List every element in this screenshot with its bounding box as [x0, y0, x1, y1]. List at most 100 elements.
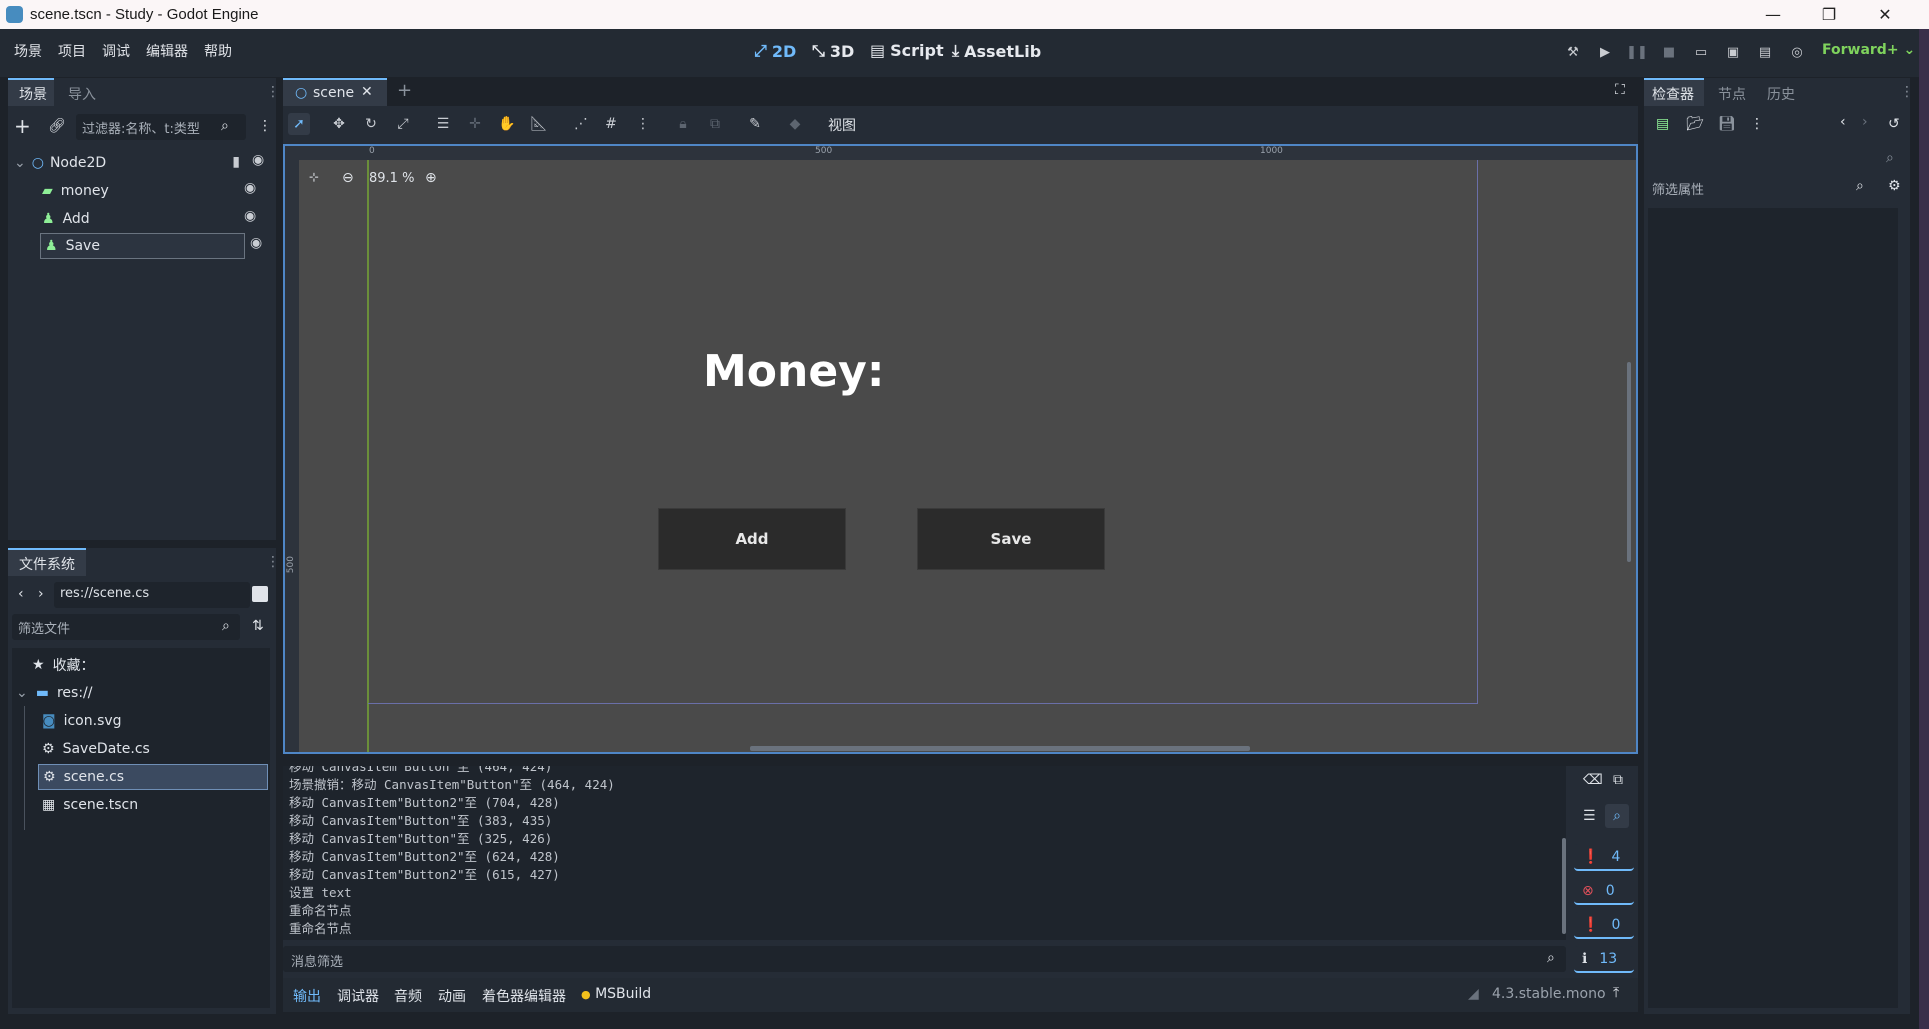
tab-output[interactable]: 输出: [293, 986, 321, 1006]
add-tab-icon[interactable]: +: [397, 80, 412, 101]
file-item-scene-cs[interactable]: ⚙ scene.cs: [38, 764, 268, 790]
save-resource-icon[interactable]: 💾︎: [1718, 116, 1736, 132]
split-mode-icon[interactable]: [252, 586, 268, 602]
close-window-button[interactable]: ✕: [1857, 0, 1913, 29]
filesystem-path-input[interactable]: res://scene.cs: [54, 582, 250, 608]
tab-animation[interactable]: 动画: [438, 986, 466, 1006]
ruler-tool-icon[interactable]: 📐︎: [528, 113, 550, 135]
bone-icon[interactable]: ✎: [744, 113, 766, 135]
grid-snap-icon[interactable]: #: [600, 113, 622, 135]
movie-maker-icon[interactable]: ◎: [1786, 41, 1808, 63]
tab-node[interactable]: 节点: [1718, 84, 1746, 104]
group-icon[interactable]: ⧉: [704, 113, 726, 135]
workspace-2d-button[interactable]: ⤢ 2D: [754, 41, 796, 61]
inspector-settings-icon[interactable]: ⚙: [1888, 178, 1901, 194]
tab-audio[interactable]: 音频: [394, 986, 422, 1006]
pan-tool-icon[interactable]: ✋: [496, 113, 518, 135]
sort-icon[interactable]: ⇅: [252, 618, 264, 634]
favorites-row[interactable]: ★ 收藏：: [32, 652, 95, 678]
tab-debugger[interactable]: 调试器: [337, 986, 379, 1006]
visibility-eye-icon[interactable]: ◉: [244, 180, 258, 196]
list-select-icon[interactable]: ☰: [432, 113, 454, 135]
minimize-button[interactable]: —: [1745, 0, 1801, 29]
tree-item-node2d[interactable]: ⌄ ○ Node2D ▮ ◉: [14, 150, 270, 176]
play-scene-icon[interactable]: ▣: [1722, 41, 1744, 63]
scene-menu-icon[interactable]: ⋮: [258, 118, 272, 134]
save-game-button[interactable]: Save: [917, 508, 1105, 570]
search-toggle-icon[interactable]: ⌕: [1605, 804, 1629, 828]
rotate-tool-icon[interactable]: ↻: [360, 113, 382, 135]
menu-help[interactable]: 帮助: [204, 41, 232, 61]
dock-menu-icon[interactable]: ⋮: [266, 84, 280, 100]
tab-scene-file[interactable]: ○ scene ✕: [283, 78, 387, 106]
tab-msbuild[interactable]: ● MSBuild: [581, 986, 651, 1002]
pivot-tool-icon[interactable]: ✛: [464, 113, 486, 135]
add-node-icon[interactable]: +: [14, 114, 31, 138]
select-tool-icon[interactable]: ➚: [288, 113, 310, 135]
money-label[interactable]: Money:: [703, 346, 884, 397]
res-root-row[interactable]: ⌄ ▬ res://: [16, 680, 92, 706]
warnings-filter-badge[interactable]: ❗ 0: [1574, 912, 1634, 939]
dock-menu-icon[interactable]: ⋮: [1900, 84, 1914, 100]
dock-menu-icon[interactable]: ⋮: [266, 554, 280, 570]
zoom-level[interactable]: 89.1 %: [369, 171, 414, 186]
property-filter-input[interactable]: 筛选属性: [1644, 174, 1910, 202]
error-count-badge[interactable]: ❗ 4: [1574, 844, 1634, 871]
play-icon[interactable]: ▶: [1594, 41, 1616, 63]
history-back-icon[interactable]: ‹: [1840, 114, 1846, 130]
forward-arrow-icon[interactable]: ›: [38, 586, 44, 602]
workspace-assetlib-button[interactable]: ⤓ AssetLib: [952, 41, 1041, 61]
vertical-scrollbar[interactable]: [1627, 362, 1631, 562]
zoom-in-icon[interactable]: ⊕: [425, 170, 437, 186]
resource-menu-icon[interactable]: ⋮: [1750, 116, 1764, 132]
tree-item-money[interactable]: ▰ money ◉: [42, 178, 270, 204]
visibility-eye-icon[interactable]: ◉: [250, 235, 262, 251]
version-label[interactable]: 4.3.stable.mono: [1492, 986, 1606, 1002]
file-item-scene-tscn[interactable]: ▦ scene.tscn: [42, 792, 138, 818]
tab-shader-editor[interactable]: 着色器编辑器: [482, 986, 566, 1006]
tab-filesystem[interactable]: 文件系统: [19, 554, 75, 574]
close-tab-icon[interactable]: ✕: [361, 84, 373, 100]
open-docs-icon[interactable]: ⌕: [1886, 150, 1894, 166]
maximize-button[interactable]: ❐: [1801, 0, 1857, 29]
open-resource-icon[interactable]: 📂︎: [1686, 116, 1704, 132]
menu-editor[interactable]: 编辑器: [146, 41, 188, 61]
hammer-icon[interactable]: ⚒: [1562, 41, 1584, 63]
view-menu[interactable]: 视图: [828, 115, 856, 135]
clear-output-icon[interactable]: ⌫: [1583, 772, 1603, 788]
output-log[interactable]: 移动 CanvasItem"Button"至 (464, 424) 场景撤销：移动…: [283, 766, 1566, 940]
canvas-viewport[interactable]: 0 500 1000 500 ⊹ ⊖ 89.1 % ⊕ Money: Add S…: [283, 144, 1638, 754]
visibility-eye-icon[interactable]: ◉: [244, 208, 258, 224]
collapse-duplicates-icon[interactable]: ☰: [1583, 808, 1596, 824]
distraction-free-icon[interactable]: ⛶: [1615, 82, 1625, 98]
workspace-3d-button[interactable]: ⤡ 3D: [812, 41, 854, 61]
history-forward-icon[interactable]: ›: [1862, 114, 1868, 130]
camera-override-icon[interactable]: ◆: [784, 113, 806, 135]
object-history-icon[interactable]: ↺: [1888, 116, 1900, 132]
file-item-icon-svg[interactable]: ◙ icon.svg: [42, 708, 122, 734]
tab-scene[interactable]: 场景: [19, 84, 47, 104]
tree-item-add[interactable]: ♟ Add ◉: [42, 206, 270, 232]
file-item-savedate[interactable]: ⚙ SaveDate.cs: [42, 736, 150, 762]
menu-scene[interactable]: 场景: [14, 41, 42, 61]
smart-snap-icon[interactable]: ⋰: [570, 113, 592, 135]
zoom-out-icon[interactable]: ⊖: [342, 170, 354, 186]
horizontal-scrollbar[interactable]: [750, 746, 1250, 751]
back-arrow-icon[interactable]: ‹: [18, 586, 24, 602]
copy-output-icon[interactable]: ⧉: [1613, 772, 1623, 788]
center-view-icon[interactable]: ⊹: [309, 170, 319, 184]
message-filter-input[interactable]: 消息筛选: [283, 946, 1566, 972]
script-attached-icon[interactable]: ▮: [232, 154, 240, 170]
menu-debug[interactable]: 调试: [102, 41, 130, 61]
new-resource-icon[interactable]: ▤: [1656, 116, 1669, 132]
tab-import[interactable]: 导入: [68, 84, 96, 104]
renderer-selector[interactable]: Forward+ ⌄: [1822, 42, 1915, 58]
scale-tool-icon[interactable]: ⤢: [392, 113, 414, 135]
errors-filter-badge[interactable]: ⊗ 0: [1574, 878, 1634, 905]
workspace-script-button[interactable]: ▤ Script: [870, 41, 944, 60]
output-scrollbar[interactable]: [1562, 838, 1566, 934]
tree-item-save[interactable]: ♟ Save: [40, 233, 245, 259]
tab-history[interactable]: 历史: [1767, 84, 1795, 104]
snap-options-icon[interactable]: ⋮: [632, 113, 654, 135]
remote-debug-icon[interactable]: ▭: [1690, 41, 1712, 63]
